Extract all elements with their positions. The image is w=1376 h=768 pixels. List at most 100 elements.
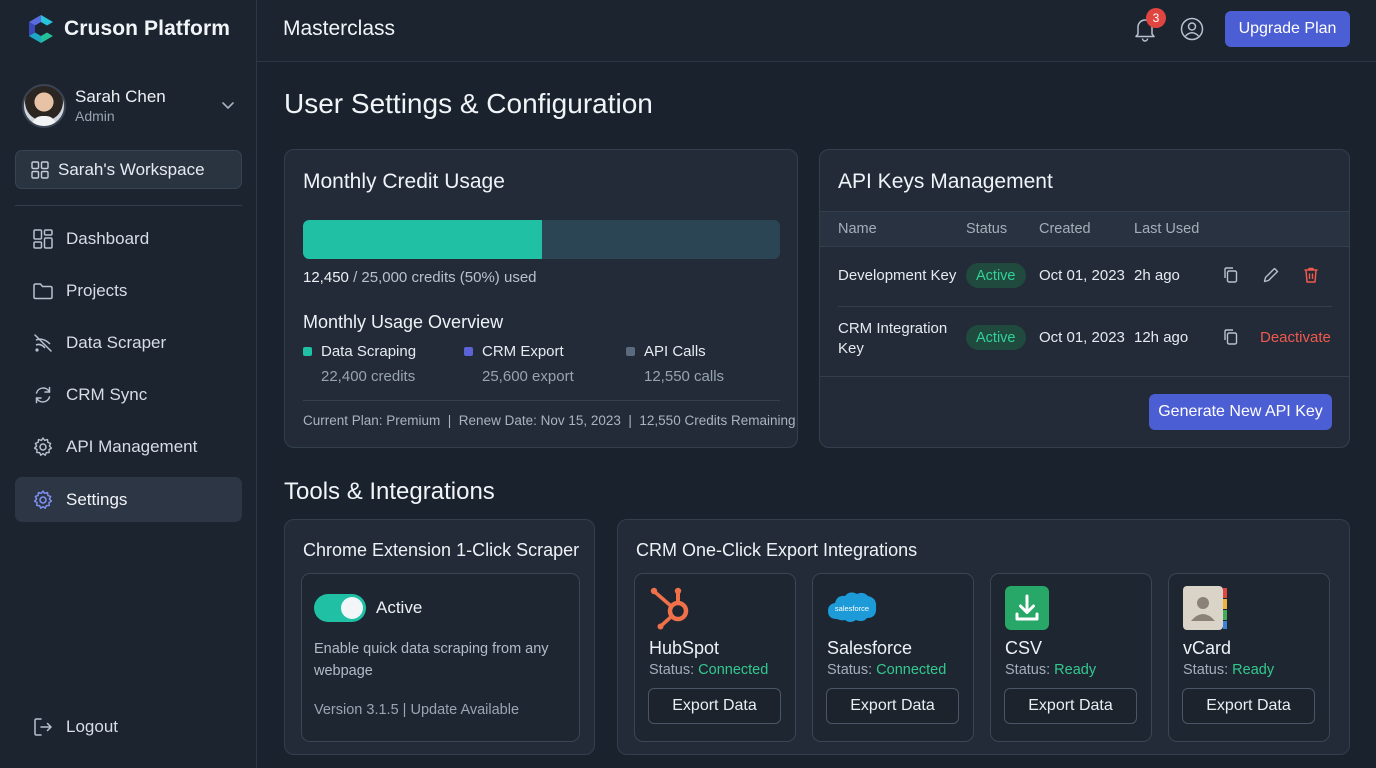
status-prefix: Status: — [1005, 662, 1051, 678]
card-divider — [820, 376, 1349, 377]
api-key-name: Development Key — [838, 267, 957, 284]
page-title: User Settings & Configuration — [284, 88, 653, 119]
user-menu[interactable]: Sarah Chen Admin — [22, 83, 242, 129]
settings-icon — [33, 489, 53, 509]
credits-usage-rest: / 25,000 credits (50%) used — [353, 269, 537, 286]
user-name: Sarah Chen — [75, 87, 166, 106]
upgrade-plan-button[interactable]: Upgrade Plan — [1225, 11, 1350, 47]
status-value: Ready — [1232, 662, 1275, 678]
sidebar-item-api-management[interactable]: API Management — [15, 424, 242, 469]
column-header-status: Status — [966, 221, 1008, 237]
brand-logo-icon — [29, 15, 53, 43]
integration-status: Status: Ready — [1005, 662, 1096, 678]
salesforce-logo-text: salesforce — [835, 604, 869, 613]
export-data-button-csv[interactable]: Export Data — [1004, 688, 1137, 724]
download-icon — [1005, 586, 1049, 630]
column-header-created: Created — [1039, 221, 1091, 237]
api-key-last-used: 12h ago — [1134, 329, 1189, 346]
legend-item-api-calls: API Calls 12,550 calls — [626, 343, 724, 385]
legend-dot — [303, 347, 312, 356]
dashboard-icon — [33, 228, 53, 249]
brand-name: Cruson Platform — [64, 17, 231, 40]
logout-icon — [34, 717, 52, 736]
api-key-name: CRM Integration Key — [838, 320, 948, 357]
chrome-extension-card: Chrome Extension 1-Click Scraper Active … — [284, 519, 595, 755]
data-scraper-icon — [34, 333, 52, 352]
sidebar-item-label: API Management — [66, 436, 198, 456]
logout-label: Logout — [66, 716, 118, 736]
sidebar-item-label: Settings — [66, 489, 128, 509]
export-data-button-vcard[interactable]: Export Data — [1182, 688, 1315, 724]
avatar — [22, 84, 66, 128]
credit-usage-text: 12,450 / 25,000 credits (50%) used — [303, 269, 537, 286]
brand[interactable]: Cruson Platform — [26, 14, 230, 44]
sidebar-item-settings[interactable]: Settings — [15, 477, 242, 522]
user-role: Admin — [75, 108, 115, 124]
folder-icon — [33, 282, 53, 299]
status-value: Ready — [1054, 662, 1097, 678]
workspace-label: Sarah's Workspace — [58, 159, 205, 179]
integration-name: Salesforce — [827, 638, 913, 658]
user-circle-icon[interactable] — [1179, 16, 1205, 42]
column-header-last-used: Last Used — [1134, 221, 1200, 237]
grid-icon — [31, 160, 49, 179]
sidebar-divider — [15, 205, 242, 206]
sidebar-item-projects[interactable]: Projects — [15, 268, 242, 313]
sidebar: Cruson Platform Sarah Chen Admin Sarah's… — [0, 0, 257, 768]
sidebar-item-label: Dashboard — [66, 228, 150, 248]
legend-label: Data Scraping — [321, 343, 417, 360]
workspace-switcher[interactable]: Sarah's Workspace — [15, 150, 242, 189]
sidebar-item-dashboard[interactable]: Dashboard — [15, 216, 242, 261]
logout-button[interactable]: Logout — [15, 704, 242, 749]
extension-version: Version 3.1.5 | Update Available — [314, 702, 520, 718]
extension-panel: Active Enable quick data scraping from a… — [301, 573, 580, 742]
api-key-created: Oct 01, 2023 — [1039, 329, 1125, 346]
integration-status: Status: Connected — [649, 662, 768, 678]
api-key-last-used: 2h ago — [1134, 267, 1180, 284]
integration-name: CSV — [1005, 638, 1043, 658]
legend-item-crm-export: CRM Export 25,600 export — [464, 343, 574, 385]
export-data-button-hubspot[interactable]: Export Data — [648, 688, 781, 724]
sync-icon — [35, 386, 51, 403]
credits-used: 12,450 — [303, 269, 349, 286]
card-divider — [303, 400, 780, 401]
api-keys-title: API Keys Management — [838, 170, 1053, 193]
extension-toggle[interactable] — [314, 594, 366, 622]
topbar: Masterclass 3 Upgrade Plan — [257, 0, 1376, 62]
integration-status: Status: Connected — [827, 662, 946, 678]
integration-name: vCard — [1183, 638, 1232, 658]
api-keys-card: API Keys Management Name Status Created … — [819, 149, 1350, 448]
credit-progress-bar — [303, 220, 780, 259]
credit-progress-fill — [303, 220, 542, 259]
plan-info: Current Plan: Premium | Renew Date: Nov … — [303, 413, 796, 428]
status-prefix: Status: — [649, 662, 695, 678]
sidebar-item-label: Data Scraper — [66, 332, 167, 352]
sidebar-item-data-scraper[interactable]: Data Scraper — [15, 320, 242, 365]
usage-overview-title: Monthly Usage Overview — [303, 312, 504, 332]
deactivate-button[interactable]: Deactivate — [1260, 329, 1331, 346]
legend-value: 12,550 calls — [644, 368, 725, 385]
credit-usage-card: Monthly Credit Usage 12,450 / 25,000 cre… — [284, 149, 798, 448]
trash-icon[interactable] — [1301, 265, 1321, 285]
chevron-down-icon[interactable] — [220, 97, 236, 113]
integration-status: Status: Ready — [1183, 662, 1274, 678]
extension-description: Enable quick data scraping from any webp… — [314, 641, 549, 679]
status-value: Connected — [876, 662, 947, 678]
notification-badge: 3 — [1146, 8, 1166, 28]
toggle-label: Active — [376, 598, 423, 617]
contact-card-icon — [1183, 586, 1227, 630]
integration-card-salesforce: salesforce Salesforce Status: Connected … — [812, 573, 974, 742]
generate-api-key-button[interactable]: Generate New API Key — [1149, 394, 1332, 430]
export-data-button-salesforce[interactable]: Export Data — [826, 688, 959, 724]
sidebar-item-crm-sync[interactable]: CRM Sync — [15, 372, 242, 417]
credit-usage-title: Monthly Credit Usage — [303, 170, 505, 193]
integration-card-hubspot: HubSpot Status: Connected Export Data — [634, 573, 796, 742]
api-key-created: Oct 01, 2023 — [1039, 267, 1125, 284]
salesforce-logo-icon: salesforce — [828, 592, 877, 622]
status-value: Connected — [698, 662, 769, 678]
edit-icon[interactable] — [1261, 265, 1281, 285]
chrome-extension-title: Chrome Extension 1-Click Scraper — [303, 540, 580, 560]
status-prefix: Status: — [827, 662, 873, 678]
copy-icon[interactable] — [1221, 327, 1241, 347]
copy-icon[interactable] — [1221, 265, 1241, 285]
